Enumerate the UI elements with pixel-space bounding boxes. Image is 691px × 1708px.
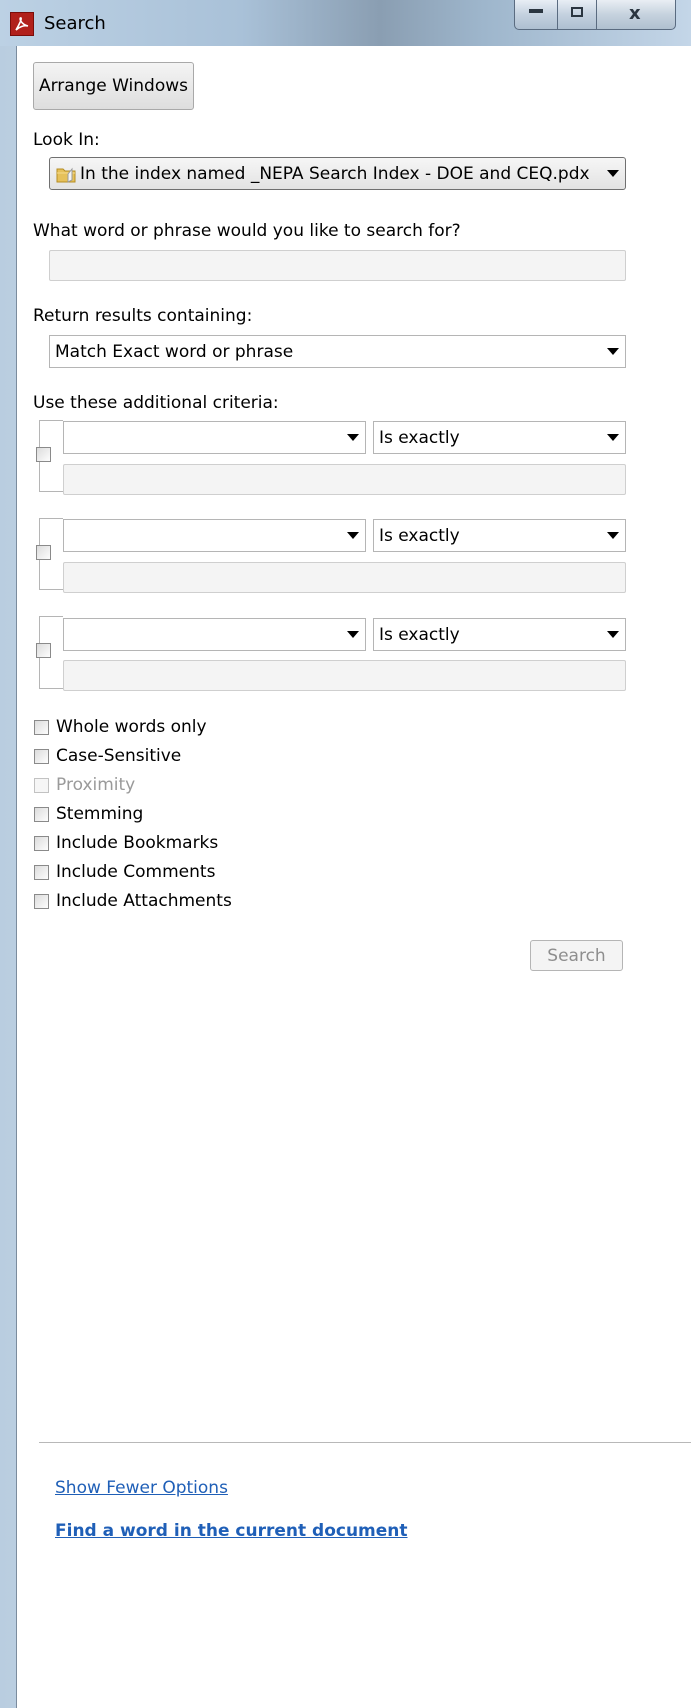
criteria-1-value-input[interactable] — [63, 464, 626, 495]
criteria-2-value-input[interactable] — [63, 562, 626, 593]
case-sensitive-checkbox[interactable] — [34, 749, 49, 764]
chevron-down-icon — [607, 631, 619, 638]
search-window: Search x Arrange Windows Look In: In the… — [0, 0, 691, 1708]
show-fewer-options-link[interactable]: Show Fewer Options — [55, 1478, 228, 1498]
criteria-2-checkbox[interactable] — [36, 545, 51, 560]
criteria-1-operator-dropdown[interactable]: Is exactly — [373, 421, 626, 454]
whole-words-checkbox[interactable] — [34, 720, 49, 735]
chevron-down-icon — [607, 348, 619, 355]
chevron-down-icon — [607, 532, 619, 539]
criteria-2-operator-value: Is exactly — [379, 526, 460, 546]
minimize-button[interactable] — [514, 0, 558, 30]
case-sensitive-label: Case-Sensitive — [56, 746, 182, 766]
close-icon: x — [629, 3, 641, 24]
chevron-down-icon — [607, 170, 619, 177]
criteria-1-field-dropdown[interactable] — [63, 421, 366, 454]
include-bookmarks-checkbox[interactable] — [34, 836, 49, 851]
return-results-label: Return results containing: — [33, 306, 253, 326]
title-bar[interactable]: Search x — [0, 0, 691, 46]
look-in-label: Look In: — [33, 130, 100, 150]
stemming-label: Stemming — [56, 804, 144, 824]
minimize-icon — [529, 9, 543, 13]
chevron-down-icon — [347, 434, 359, 441]
criteria-label: Use these additional criteria: — [33, 393, 279, 413]
proximity-label: Proximity — [56, 775, 136, 795]
criteria-3-field-dropdown[interactable] — [63, 618, 366, 651]
arrange-windows-button[interactable]: Arrange Windows — [33, 62, 194, 110]
stemming-checkbox[interactable] — [34, 807, 49, 822]
criteria-1-checkbox[interactable] — [36, 447, 51, 462]
close-button[interactable]: x — [596, 0, 676, 30]
criteria-3-value-input[interactable] — [63, 660, 626, 691]
whole-words-label: Whole words only — [56, 717, 207, 737]
chevron-down-icon — [607, 434, 619, 441]
find-in-document-link[interactable]: Find a word in the current document — [55, 1521, 408, 1541]
include-attachments-checkbox[interactable] — [34, 894, 49, 909]
window-title: Search — [44, 13, 106, 34]
criteria-2-field-dropdown[interactable] — [63, 519, 366, 552]
proximity-checkbox — [34, 778, 49, 793]
acrobat-icon — [10, 12, 34, 36]
return-results-dropdown[interactable]: Match Exact word or phrase — [49, 335, 626, 368]
look-in-value: In the index named _NEPA Search Index - … — [80, 164, 590, 184]
return-results-value: Match Exact word or phrase — [55, 342, 294, 362]
criteria-3-checkbox[interactable] — [36, 643, 51, 658]
maximize-button[interactable] — [557, 0, 597, 30]
include-bookmarks-label: Include Bookmarks — [56, 833, 219, 853]
search-phrase-input[interactable] — [49, 250, 626, 281]
maximize-icon — [571, 7, 583, 17]
criteria-3-operator-value: Is exactly — [379, 625, 460, 645]
search-button[interactable]: Search — [530, 940, 623, 971]
criteria-3-operator-dropdown[interactable]: Is exactly — [373, 618, 626, 651]
include-comments-checkbox[interactable] — [34, 865, 49, 880]
search-panel: Arrange Windows Look In: In the index na… — [16, 46, 691, 1708]
chevron-down-icon — [347, 532, 359, 539]
include-comments-label: Include Comments — [56, 862, 216, 882]
chevron-down-icon — [347, 631, 359, 638]
criteria-2-operator-dropdown[interactable]: Is exactly — [373, 519, 626, 552]
criteria-1-operator-value: Is exactly — [379, 428, 460, 448]
include-attachments-label: Include Attachments — [56, 891, 232, 911]
folder-icon — [56, 167, 76, 183]
look-in-dropdown[interactable]: In the index named _NEPA Search Index - … — [49, 157, 626, 190]
search-phrase-label: What word or phrase would you like to se… — [33, 221, 461, 241]
divider — [39, 1442, 691, 1443]
